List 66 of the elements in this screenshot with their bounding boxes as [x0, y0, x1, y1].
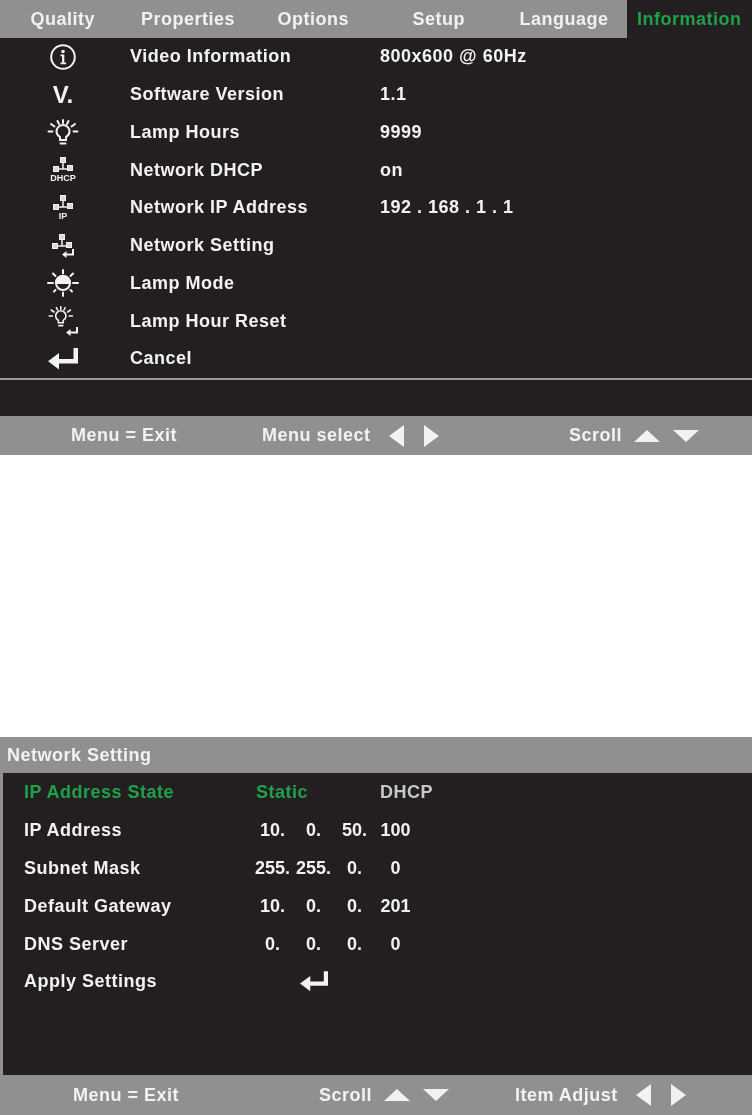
version-icon: V.	[52, 82, 74, 107]
address-octet: 201	[380, 894, 411, 918]
item-value: 9999	[380, 120, 423, 144]
light-bulb-icon	[47, 119, 79, 146]
item-value: on	[380, 158, 403, 182]
up-arrow-icon	[384, 1089, 411, 1101]
enter-icon	[48, 347, 78, 370]
address-octet: 50.	[342, 819, 367, 843]
menu-item[interactable]: IP Address State	[24, 782, 175, 803]
half-sun-icon	[47, 269, 79, 298]
address-octet: 0.	[306, 894, 321, 918]
footer-hint: Menu select	[262, 424, 371, 447]
enter-icon	[300, 971, 328, 993]
footer-hint: Menu = Exit	[73, 1083, 180, 1107]
address-octet: 255.	[254, 857, 290, 880]
address-octet: 0.	[265, 932, 280, 956]
menu-item[interactable]: Apply Settings	[24, 971, 157, 992]
title-bar: Network Setting	[0, 737, 752, 773]
info-icon	[50, 43, 76, 70]
bulb-enter-icon	[48, 306, 78, 337]
address-octet: 0.	[306, 932, 321, 956]
option[interactable]: Static	[256, 782, 309, 803]
left-arrow-icon	[635, 1084, 651, 1106]
address-octet: 10.	[260, 819, 285, 843]
menu-item[interactable]: Subnet Mask	[24, 858, 141, 878]
menu-item[interactable]: Lamp Hours	[130, 121, 240, 142]
menu-item[interactable]: DNS Server	[24, 933, 129, 954]
menu-item[interactable]: Default Gateway	[24, 895, 172, 916]
icon-caption: IP	[58, 211, 68, 221]
tab[interactable]: Information	[626, 0, 752, 38]
menu-item[interactable]: IP Address	[24, 820, 123, 841]
option[interactable]: DHCP	[380, 782, 433, 803]
menu-item[interactable]: Lamp Mode	[130, 272, 235, 293]
up-arrow-icon	[634, 429, 661, 442]
item-value: 800x600 @ 60Hz	[380, 45, 527, 69]
item-value: 1.1	[380, 83, 407, 107]
menu-item[interactable]: Software Version	[130, 84, 285, 105]
right-arrow-icon	[423, 424, 439, 447]
right-arrow-icon	[670, 1084, 686, 1106]
address-octet: 0	[390, 857, 401, 880]
down-arrow-icon	[673, 429, 700, 442]
footer-hint: Scroll	[319, 1083, 373, 1107]
menu-item[interactable]: Cancel	[130, 348, 193, 369]
menu-item[interactable]: Lamp Hour Reset	[130, 310, 287, 331]
menu-item[interactable]: Video Information	[130, 46, 292, 67]
address-octet: 0.	[347, 932, 362, 956]
footer-hint: Menu = Exit	[71, 424, 178, 447]
address-octet: 10.	[260, 894, 285, 918]
icon-caption: DHCP	[50, 174, 76, 184]
item-value: 192 . 168 . 1 . 1	[380, 196, 514, 220]
menu-item[interactable]: Network Setting	[130, 235, 275, 256]
network-icon	[53, 157, 73, 173]
network-icon	[53, 194, 73, 210]
left-arrow-icon	[388, 424, 404, 447]
menu-item[interactable]: Network IP Address	[130, 197, 309, 218]
address-octet: 0.	[306, 819, 321, 843]
down-arrow-icon	[423, 1089, 450, 1101]
menu-item[interactable]: Network DHCP	[130, 159, 264, 180]
address-octet: 255.	[295, 857, 331, 880]
address-octet: 0.	[347, 894, 362, 918]
address-octet: 0	[390, 932, 401, 956]
network-enter-icon	[52, 233, 74, 258]
footer-hint: Scroll	[569, 424, 623, 447]
address-octet: 100	[380, 819, 411, 843]
address-octet: 0.	[347, 857, 362, 880]
footer-hint: Item Adjust	[515, 1083, 618, 1107]
